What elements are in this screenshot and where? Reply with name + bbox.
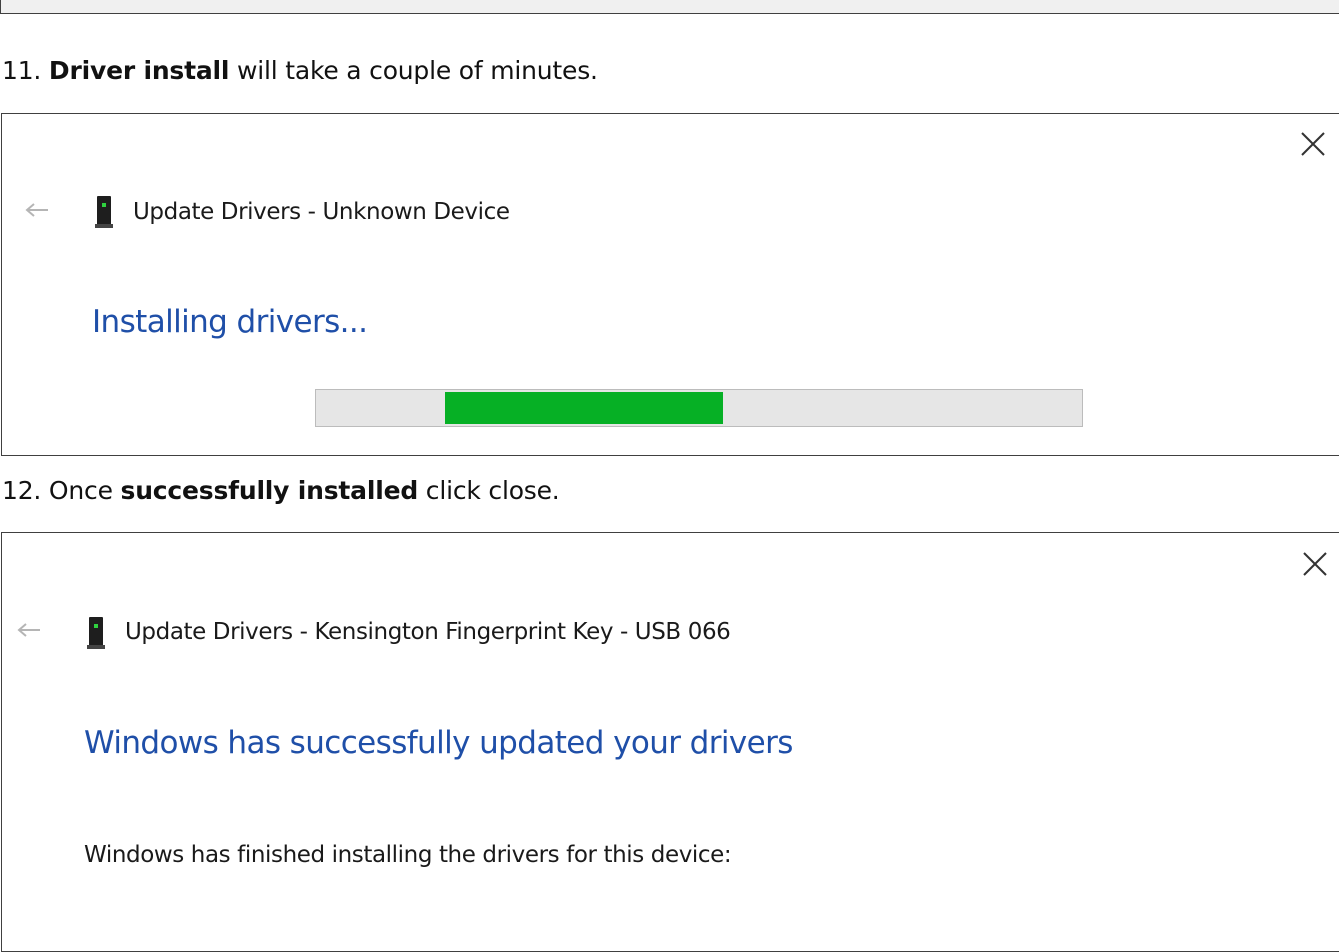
install-progress-bar: [315, 389, 1083, 427]
progress-fill: [445, 392, 723, 424]
step-12-instruction: 12. Once successfully installed click cl…: [2, 476, 560, 505]
step-number: 11.: [2, 56, 42, 85]
previous-screenshot-frame: [0, 0, 1339, 14]
dialog-body-text: Windows has finished installing the driv…: [84, 842, 732, 868]
back-arrow-icon[interactable]: [16, 622, 42, 638]
dialog-heading: Windows has successfully updated your dr…: [84, 725, 793, 761]
installing-drivers-dialog: Update Drivers - Unknown Device Installi…: [1, 113, 1339, 456]
dialog-heading: Installing drivers...: [92, 304, 368, 340]
step-bold-text: successfully installed: [120, 476, 419, 505]
close-icon[interactable]: [1300, 131, 1326, 157]
success-dialog: Update Drivers - Kensington Fingerprint …: [1, 532, 1339, 952]
device-icon: [95, 196, 113, 228]
dialog-title: Update Drivers - Kensington Fingerprint …: [125, 619, 731, 645]
device-icon: [87, 617, 105, 649]
step-text: click close.: [425, 476, 560, 505]
step-11-instruction: 11. Driver install will take a couple of…: [2, 56, 598, 85]
step-number: 12.: [2, 476, 42, 505]
close-icon[interactable]: [1302, 551, 1328, 577]
step-bold-text: Driver install: [48, 56, 230, 85]
dialog-title: Update Drivers - Unknown Device: [133, 199, 510, 225]
step-text: will take a couple of minutes.: [237, 56, 598, 85]
back-arrow-icon[interactable]: [24, 202, 50, 218]
step-prefix-text: Once: [48, 476, 113, 505]
